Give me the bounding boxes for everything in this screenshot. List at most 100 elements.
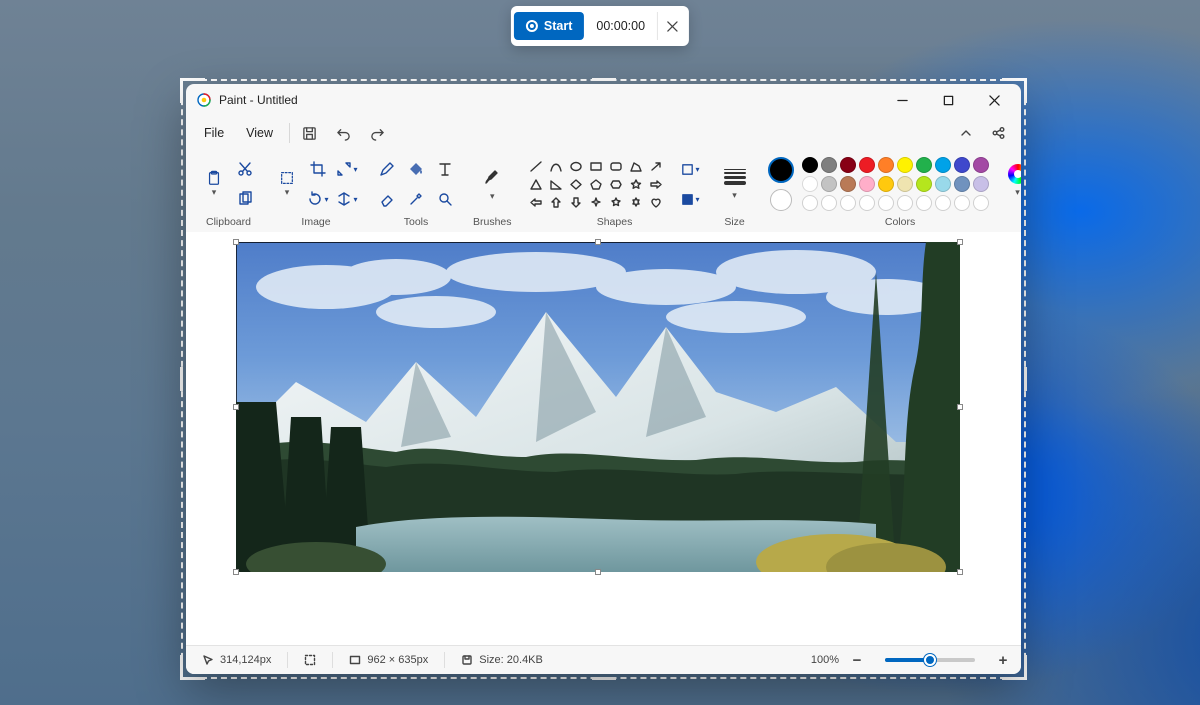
shape-roundrect[interactable]	[608, 159, 625, 174]
rotate-button[interactable]: ▾	[306, 187, 330, 211]
zoom-in-button[interactable]: +	[993, 650, 1013, 670]
magnifier-tool[interactable]	[433, 187, 457, 211]
color-swatch[interactable]	[840, 157, 856, 173]
save-button[interactable]	[296, 120, 322, 146]
close-button[interactable]	[971, 84, 1017, 116]
color-swatch-empty[interactable]	[840, 195, 856, 211]
shape-right-triangle[interactable]	[548, 177, 565, 192]
shape-arrow-ne[interactable]	[648, 159, 665, 174]
shape-arrow-right[interactable]	[648, 177, 665, 192]
pencil-tool[interactable]	[375, 157, 399, 181]
titlebar[interactable]: Paint - Untitled	[186, 84, 1021, 116]
color-swatch-empty[interactable]	[897, 195, 913, 211]
color-swatch-empty[interactable]	[859, 195, 875, 211]
shape-rect[interactable]	[588, 159, 605, 174]
share-button[interactable]	[983, 120, 1013, 146]
brushes-button[interactable]: ▾	[474, 160, 510, 208]
zoom-slider[interactable]	[885, 658, 975, 662]
recorder-close-button[interactable]	[657, 12, 686, 40]
shape-fill-button[interactable]: ▾	[678, 187, 702, 211]
color-swatch[interactable]	[916, 176, 932, 192]
shape-curve[interactable]	[548, 159, 565, 174]
color-2[interactable]	[770, 189, 792, 211]
shape-hexagon[interactable]	[608, 177, 625, 192]
eraser-tool[interactable]	[375, 187, 399, 211]
crop-button[interactable]	[306, 157, 330, 181]
color-swatch[interactable]	[954, 176, 970, 192]
menu-file[interactable]: File	[194, 121, 234, 145]
color-swatch[interactable]	[973, 176, 989, 192]
redo-button[interactable]	[364, 120, 390, 146]
color-swatch-empty[interactable]	[973, 195, 989, 211]
zoom-out-button[interactable]: −	[847, 650, 867, 670]
select-button[interactable]: ▾	[273, 162, 301, 206]
resize-handle[interactable]	[595, 239, 601, 245]
color-picker-tool[interactable]	[404, 187, 428, 211]
color-swatch[interactable]	[859, 176, 875, 192]
shape-line[interactable]	[528, 159, 545, 174]
color-swatch[interactable]	[954, 157, 970, 173]
fill-tool[interactable]	[404, 157, 428, 181]
shape-pentagon[interactable]	[588, 177, 605, 192]
color-swatch[interactable]	[878, 157, 894, 173]
shape-triangle[interactable]	[528, 177, 545, 192]
copy-button[interactable]	[233, 187, 257, 211]
collapse-ribbon-button[interactable]	[951, 120, 981, 146]
shape-arrow-down[interactable]	[568, 195, 585, 210]
color-swatch-empty[interactable]	[878, 195, 894, 211]
shape-star[interactable]	[628, 177, 645, 192]
shape-5star[interactable]	[608, 195, 625, 210]
resize-button[interactable]: ▾	[335, 157, 359, 181]
resize-handle[interactable]	[233, 239, 239, 245]
flip-button[interactable]: ▾	[335, 187, 359, 211]
menu-view[interactable]: View	[236, 121, 283, 145]
color-swatch-empty[interactable]	[935, 195, 951, 211]
record-start-button[interactable]: Start	[514, 12, 584, 40]
color-swatch[interactable]	[935, 176, 951, 192]
group-label: Size	[724, 216, 744, 228]
color-swatch-empty[interactable]	[916, 195, 932, 211]
resize-handle[interactable]	[233, 404, 239, 410]
shape-4star[interactable]	[588, 195, 605, 210]
color-swatch-empty[interactable]	[802, 195, 818, 211]
shape-6star[interactable]	[628, 195, 645, 210]
shape-polygon[interactable]	[628, 159, 645, 174]
color-swatch[interactable]	[859, 157, 875, 173]
edit-colors-button[interactable]: ▾	[1003, 157, 1021, 205]
resize-handle[interactable]	[233, 569, 239, 575]
size-button[interactable]: ▾	[718, 160, 752, 208]
maximize-button[interactable]	[925, 84, 971, 116]
color-swatch[interactable]	[821, 157, 837, 173]
shapes-gallery[interactable]	[528, 159, 665, 210]
color-swatch-empty[interactable]	[821, 195, 837, 211]
color-swatch-empty[interactable]	[954, 195, 970, 211]
minimize-button[interactable]	[879, 84, 925, 116]
cut-button[interactable]	[233, 157, 257, 181]
resize-handle[interactable]	[957, 239, 963, 245]
color-swatch[interactable]	[916, 157, 932, 173]
color-swatch[interactable]	[802, 176, 818, 192]
color-swatch[interactable]	[821, 176, 837, 192]
resize-handle[interactable]	[957, 569, 963, 575]
shape-oval[interactable]	[568, 159, 585, 174]
shape-diamond[interactable]	[568, 177, 585, 192]
shape-heart[interactable]	[648, 195, 665, 210]
paste-button[interactable]: ▾	[200, 162, 228, 206]
color-swatch[interactable]	[897, 157, 913, 173]
color-swatch[interactable]	[935, 157, 951, 173]
resize-handle[interactable]	[595, 569, 601, 575]
text-tool[interactable]	[433, 157, 457, 181]
color-swatch[interactable]	[973, 157, 989, 173]
color-1[interactable]	[768, 157, 794, 183]
canvas-area[interactable]	[186, 232, 1021, 645]
undo-button[interactable]	[330, 120, 356, 146]
shape-arrow-up[interactable]	[548, 195, 565, 210]
color-swatch[interactable]	[840, 176, 856, 192]
resize-handle[interactable]	[957, 404, 963, 410]
artboard[interactable]	[236, 242, 960, 572]
color-swatch[interactable]	[802, 157, 818, 173]
shape-arrow-left[interactable]	[528, 195, 545, 210]
color-swatch[interactable]	[897, 176, 913, 192]
shape-outline-button[interactable]: ▾	[678, 157, 702, 181]
color-swatch[interactable]	[878, 176, 894, 192]
